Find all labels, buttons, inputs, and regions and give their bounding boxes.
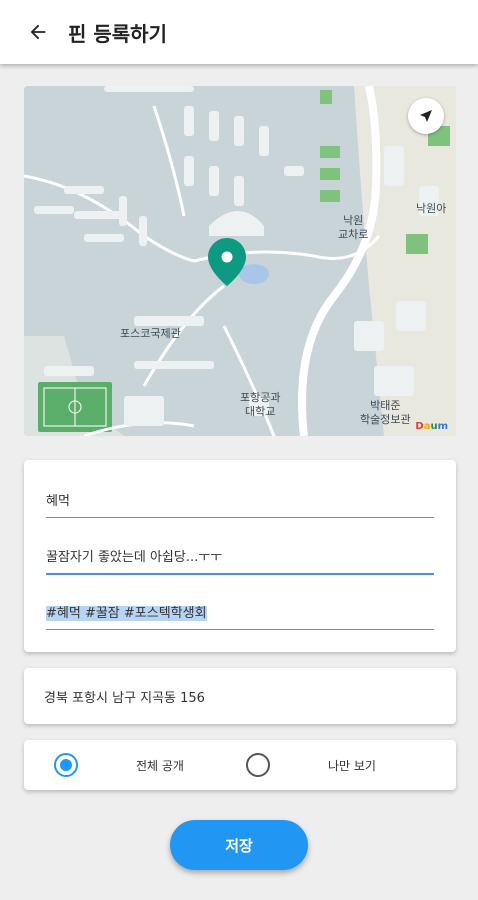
address-card: 경북 포항시 남구 지곡동 156 <box>24 668 456 724</box>
map-label-postech: 포항공과 대학교 <box>240 391 281 418</box>
pin-form-card: 혜먹 꿀잠자기 좋았는데 아쉽당...ㅜㅜ #혜먹 #꿀잠 #포스텍학생회 <box>24 460 456 652</box>
map-view[interactable]: 낙원 교차로 낙원아 포스코국제관 포항공과 대학교 박태준 학술정보관 Dau… <box>24 86 456 436</box>
description-field[interactable]: 꿀잠자기 좋았는데 아쉽당...ㅜㅜ <box>46 546 434 575</box>
radio-public-label[interactable]: 전체 공개 <box>136 757 184 774</box>
tags-field[interactable]: #혜먹 #꿀잠 #포스텍학생회 <box>46 602 434 630</box>
tags-field-value: #혜먹 #꿀잠 #포스텍학생회 <box>46 606 207 621</box>
radio-private[interactable] <box>246 753 270 777</box>
radio-public[interactable] <box>54 753 78 777</box>
title-field[interactable]: 혜먹 <box>46 490 434 518</box>
back-button[interactable] <box>12 0 64 64</box>
privacy-card: 전체 공개 나만 보기 <box>24 740 456 790</box>
map-label-nakwon-intersection: 낙원 교차로 <box>338 214 369 241</box>
description-field-value: 꿀잠자기 좋았는데 아쉽당...ㅜㅜ <box>46 550 223 565</box>
map-pin-icon <box>208 238 246 286</box>
arrow-left-icon <box>30 24 46 40</box>
title-field-value: 혜먹 <box>46 494 70 509</box>
address-text: 경북 포항시 남구 지곡동 156 <box>44 690 205 706</box>
radio-private-label[interactable]: 나만 보기 <box>328 757 376 774</box>
app-bar: 핀 등록하기 <box>0 0 478 64</box>
locate-button[interactable] <box>408 98 444 134</box>
map-label-international-hall: 포스코국제관 <box>120 327 181 340</box>
navigation-arrow-icon <box>420 110 432 122</box>
page-title: 핀 등록하기 <box>68 21 167 46</box>
map-provider-logo: Daum <box>415 421 448 432</box>
map-label-museum: 박태준 학술정보관 <box>360 399 411 426</box>
save-button[interactable]: 저장 <box>170 820 308 870</box>
map-label-nakwon-apt: 낙원아 <box>416 202 447 215</box>
